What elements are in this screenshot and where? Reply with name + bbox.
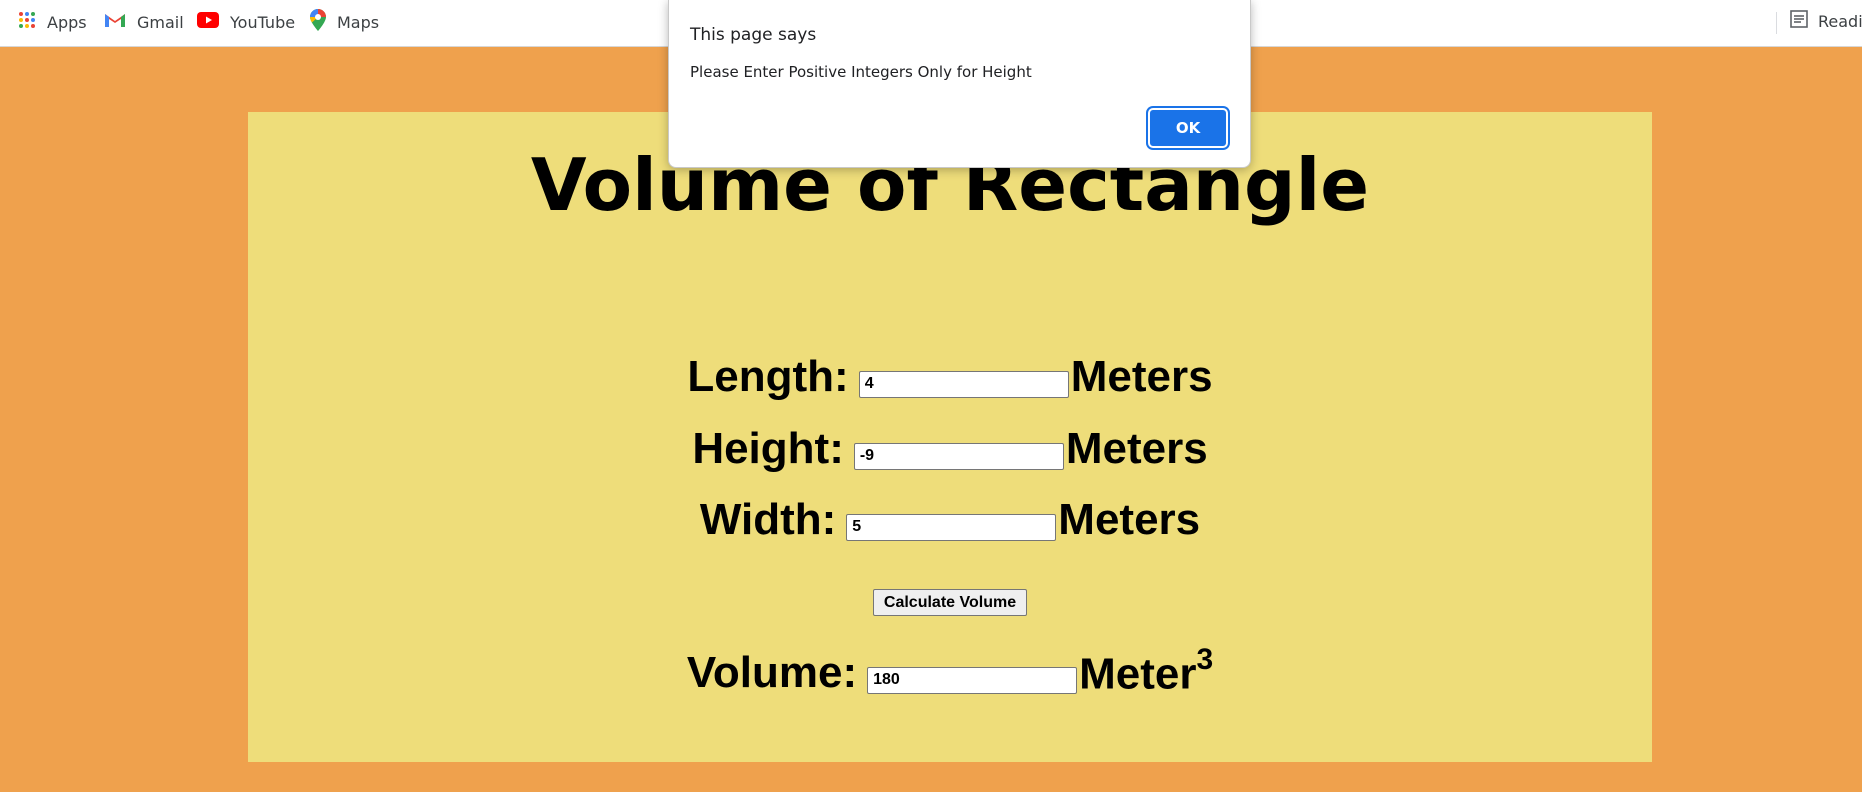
reading-list-label: Readir [1818,11,1862,31]
length-unit: Meters [1070,352,1213,401]
reading-list-icon [1790,10,1808,32]
bookmark-maps-label: Maps [337,12,380,32]
maps-icon [310,9,326,35]
height-label: Height: [692,424,844,473]
bookmark-apps[interactable]: Apps [18,10,87,34]
gmail-icon [104,12,126,32]
reading-list-button[interactable]: Readir [1776,10,1862,32]
bookmark-gmail-label: Gmail [137,12,184,32]
bookmark-gmail[interactable]: Gmail [104,10,184,34]
width-row: Width: Meters [248,495,1652,545]
width-unit: Meters [1058,495,1201,544]
dialog-message: Please Enter Positive Integers Only for … [690,63,1032,81]
volume-output[interactable] [867,666,1078,694]
width-label: Width: [699,495,837,544]
dialog-title: This page says [690,25,817,45]
height-row: Height: Meters [248,424,1652,474]
length-row: Length: Meters [248,352,1652,402]
youtube-icon [197,12,219,32]
bookmark-apps-label: Apps [47,12,87,32]
volume-unit-exponent: 3 [1196,643,1214,676]
bookmark-maps[interactable]: Maps [310,9,380,35]
volume-unit-text: Meter [1079,649,1197,699]
calculator-panel: Volume of Rectangle Length: Meters Heigh… [248,112,1652,762]
volume-label: Volume: [686,648,858,698]
length-label: Length: [687,352,849,401]
calculate-volume-button[interactable]: Calculate Volume [873,589,1027,616]
width-input[interactable] [846,513,1057,541]
length-input[interactable] [858,370,1069,398]
volume-row: Volume: Meter3 [248,643,1652,700]
bookmark-youtube-label: YouTube [230,12,296,32]
height-unit: Meters [1065,424,1208,473]
apps-grid-icon [18,11,36,33]
alert-dialog: This page says Please Enter Positive Int… [668,0,1251,168]
height-input[interactable] [853,442,1064,470]
ok-button[interactable]: OK [1148,108,1228,148]
bookmark-youtube[interactable]: YouTube [197,10,295,34]
volume-unit: Meter3 [1079,643,1213,700]
